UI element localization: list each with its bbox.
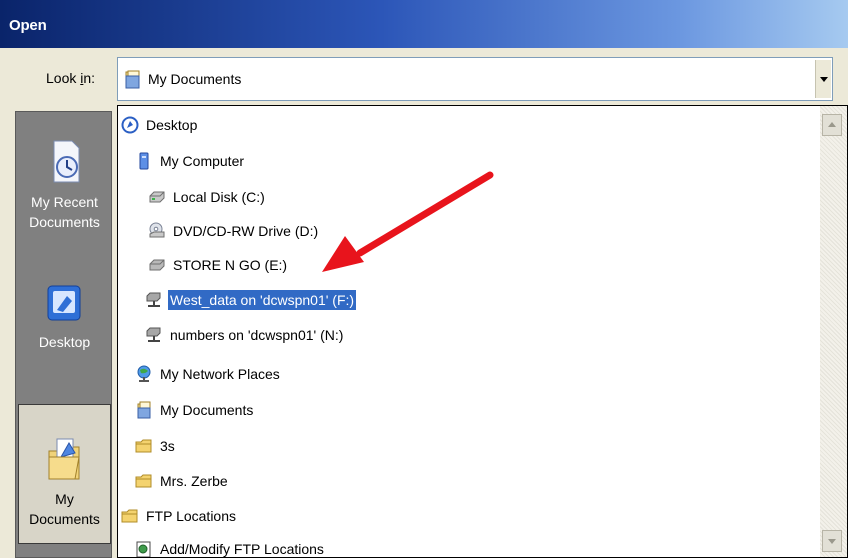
look-in-combobox[interactable]: My Documents: [117, 57, 833, 101]
look-in-dropdown-list[interactable]: Desktop My Computer Local Disk (C:) DVD/…: [117, 105, 848, 558]
title-bar[interactable]: Open: [0, 0, 848, 48]
place-label-line1: My Documents: [29, 491, 100, 527]
network-drive-icon: [146, 292, 161, 308]
folder-icon: [135, 474, 152, 488]
my-documents-icon: [125, 70, 140, 89]
look-in-value: My Documents: [148, 71, 242, 87]
ftp-add-icon: [136, 541, 151, 557]
place-desktop[interactable]: Desktop: [18, 272, 111, 392]
list-item-my-documents[interactable]: My Documents: [135, 397, 255, 421]
list-item-ftp-locations[interactable]: FTP Locations: [121, 503, 238, 527]
computer-icon: [139, 152, 149, 170]
list-item-numbers-n[interactable]: numbers on 'dcwspn01' (N:): [145, 322, 345, 346]
combo-dropdown-button[interactable]: [815, 60, 831, 98]
window-title: Open: [9, 17, 47, 34]
list-item-add-modify-ftp-locations[interactable]: Add/Modify FTP Locations: [135, 536, 326, 557]
folder-icon: [135, 439, 152, 453]
desktop-icon: [47, 285, 80, 321]
scroll-down-button[interactable]: [822, 530, 842, 552]
place-my-recent-documents[interactable]: My Recent Documents: [18, 120, 111, 260]
dvd-drive-icon: [149, 222, 165, 238]
hard-disk-icon: [149, 191, 165, 203]
scroll-up-button[interactable]: [822, 114, 842, 136]
place-label-line1: Desktop: [38, 334, 91, 350]
list-item-dvd-drive-d[interactable]: DVD/CD-RW Drive (D:): [148, 218, 320, 242]
network-drive-icon: [146, 327, 161, 343]
vertical-scrollbar[interactable]: [820, 106, 847, 557]
place-my-documents[interactable]: My Documents: [18, 404, 111, 544]
my-documents-icon: [137, 401, 151, 419]
list-item-folder-3s[interactable]: 3s: [135, 433, 177, 457]
recent-documents-icon: [53, 140, 79, 183]
list-item-store-n-go-e[interactable]: STORE N GO (E:): [148, 252, 289, 276]
list-item-my-network-places[interactable]: My Network Places: [135, 361, 282, 385]
folder-icon: [121, 509, 138, 523]
list-item-folder-mrs-zerbe[interactable]: Mrs. Zerbe: [135, 468, 230, 492]
list-item-desktop[interactable]: Desktop: [121, 112, 199, 136]
network-places-icon: [137, 365, 151, 383]
list-item-my-computer[interactable]: My Computer: [135, 148, 246, 172]
my-documents-icon: [48, 438, 80, 480]
place-label-line1: My Recent: [31, 194, 98, 210]
list-item-local-disk-c[interactable]: Local Disk (C:): [148, 184, 267, 208]
places-bar: My Recent Documents Desktop My Documents: [15, 111, 112, 558]
look-in-label: Look in:: [46, 70, 96, 86]
place-label-line2: Documents: [29, 214, 100, 230]
removable-disk-icon: [149, 259, 165, 271]
desktop-icon: [121, 116, 139, 134]
list-item-west-data-f[interactable]: West_data on 'dcwspn01' (F:): [145, 287, 358, 312]
